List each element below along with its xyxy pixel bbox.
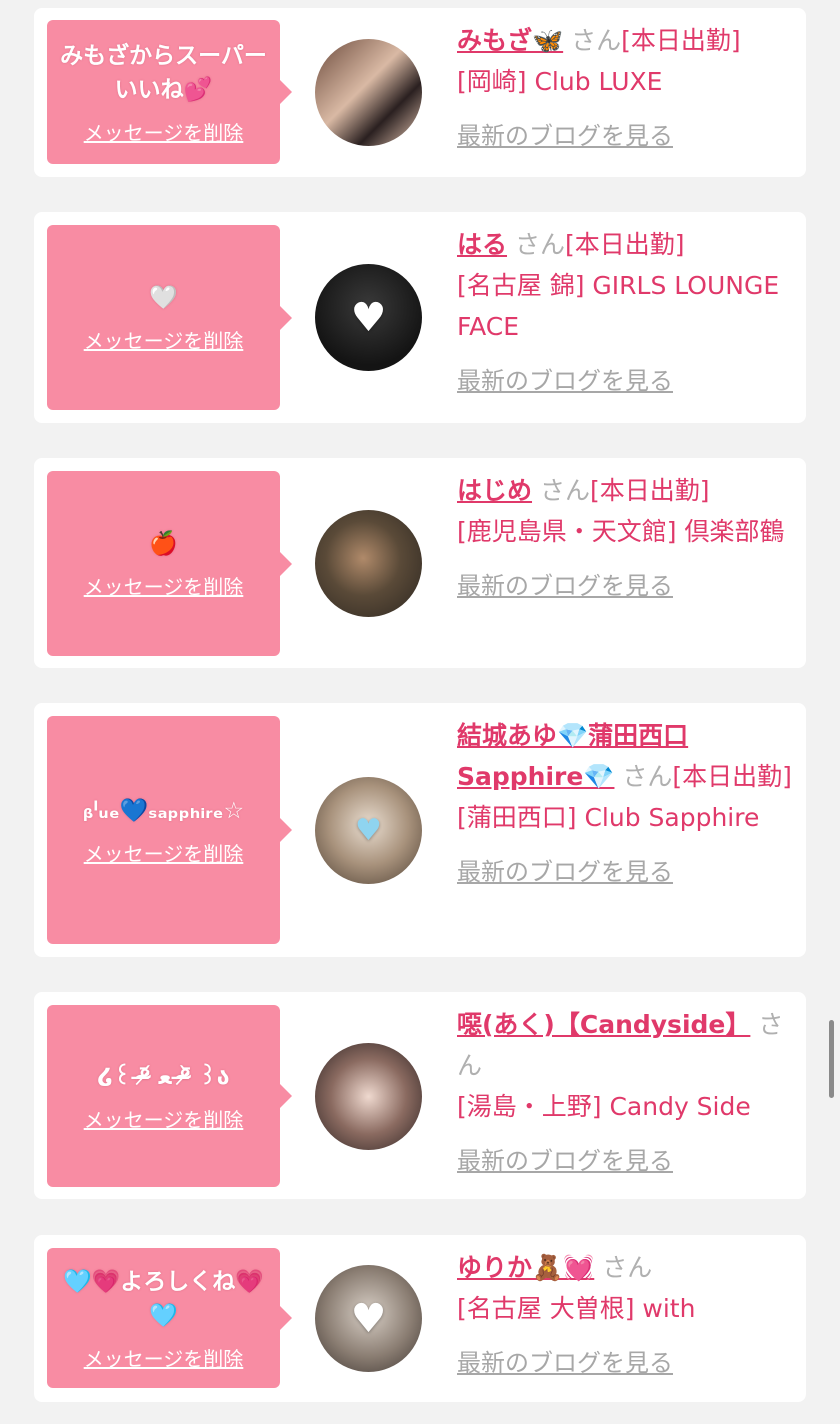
list-item: ᵦˡᵤₑ💙ₛₐₚₚₕᵢᵣₑ☆ メッセージを削除 ♥ 結城あゆ💎蒲田西口Sapph…: [34, 703, 806, 957]
white-heart-icon: ♥: [350, 294, 387, 341]
delete-message-button[interactable]: メッセージを削除: [84, 1104, 244, 1133]
delete-message-button[interactable]: メッセージを削除: [84, 571, 244, 600]
delete-message-button[interactable]: メッセージを削除: [84, 1343, 244, 1372]
message-bubble: 🩵💗よろしくね💗🩵 メッセージを削除: [47, 1248, 292, 1388]
honorific: さん: [622, 762, 673, 791]
avatar[interactable]: [315, 39, 422, 146]
avatar[interactable]: [315, 1043, 422, 1150]
view-blog-link[interactable]: 最新のブログを見る: [457, 361, 673, 402]
view-blog-link[interactable]: 最新のブログを見る: [457, 116, 673, 157]
status-text: [本日出勤]: [564, 230, 685, 259]
status-text: [本日出勤]: [672, 762, 792, 791]
message-bubble: ໒꒰ ᵒ̴̶̷᷄ ﻌ ᵒ̴̶̷᷅ ꒱ა メッセージを削除: [47, 1005, 292, 1187]
view-blog-link[interactable]: 最新のブログを見る: [457, 566, 673, 607]
message-text: 🍎: [149, 531, 178, 557]
view-blog-link[interactable]: 最新のブログを見る: [457, 1343, 673, 1384]
honorific: さん: [571, 26, 622, 55]
cast-name-link[interactable]: 噁(あく)【Candyside】: [457, 1010, 750, 1039]
profile-info: ゆりか🧸💓 さん [名古屋 大曽根] with 最新のブログを見る: [457, 1247, 792, 1384]
delete-message-button[interactable]: メッセージを削除: [84, 838, 244, 867]
profile-info: 噁(あく)【Candyside】 さん [湯島・上野] Candy Side 最…: [457, 1004, 792, 1182]
profile-info: はる さん[本日出勤] [名古屋 錦] GIRLS LOUNGE FACE 最新…: [457, 224, 792, 402]
delete-message-button[interactable]: メッセージを削除: [84, 325, 244, 354]
message-text: ᵦˡᵤₑ💙ₛₐₚₚₕᵢᵣₑ☆: [82, 797, 245, 824]
cast-name-link[interactable]: みもざ🦋: [457, 26, 563, 55]
avatar[interactable]: ♥: [315, 264, 422, 371]
avatar[interactable]: ♥: [315, 1265, 422, 1372]
list-item: 🍎 メッセージを削除 はじめ さん[本日出勤] [鹿児島県・天文館] 倶楽部鶴 …: [34, 458, 806, 668]
message-bubble: ᵦˡᵤₑ💙ₛₐₚₚₕᵢᵣₑ☆ メッセージを削除: [47, 716, 292, 944]
message-text: 🩵💗よろしくね💗🩵: [63, 1268, 264, 1329]
shop-name: [湯島・上野] Candy Side: [457, 1092, 751, 1121]
scrollbar[interactable]: [829, 1020, 834, 1098]
message-text: 🤍: [149, 285, 178, 311]
profile-info: 結城あゆ💎蒲田西口Sapphire💎 さん[本日出勤] [蒲田西口] Club …: [457, 715, 792, 893]
delete-message-button[interactable]: メッセージを削除: [84, 117, 244, 146]
cast-name-link[interactable]: ゆりか🧸💓: [457, 1253, 594, 1282]
message-bubble: 🍎 メッセージを削除: [47, 471, 292, 656]
avatar[interactable]: [315, 510, 422, 617]
cast-name-link[interactable]: はじめ: [457, 476, 532, 505]
view-blog-link[interactable]: 最新のブログを見る: [457, 1141, 673, 1182]
message-text: ໒꒰ ᵒ̴̶̷᷄ ﻌ ᵒ̴̶̷᷅ ꒱ა: [97, 1063, 230, 1090]
list-item: 🩵💗よろしくね💗🩵 メッセージを削除 ♥ ゆりか🧸💓 さん [名古屋 大曽根] …: [34, 1235, 806, 1402]
status-text: [本日出勤]: [589, 476, 710, 505]
message-bubble: みもざからスーパーいいね💕 メッセージを削除: [47, 20, 292, 164]
favorite-list: みもざからスーパーいいね💕 メッセージを削除 みもざ🦋 さん[本日出勤] [岡崎…: [0, 0, 840, 1424]
message-bubble: 🤍 メッセージを削除: [47, 225, 292, 410]
profile-info: みもざ🦋 さん[本日出勤] [岡崎] Club LUXE 最新のブログを見る: [457, 20, 792, 157]
message-text: みもざからスーパーいいね💕: [60, 42, 267, 103]
honorific: さん: [514, 230, 565, 259]
list-item: ໒꒰ ᵒ̴̶̷᷄ ﻌ ᵒ̴̶̷᷅ ꒱ა メッセージを削除 噁(あく)【Candy…: [34, 992, 806, 1199]
avatar[interactable]: ♥: [315, 777, 422, 884]
shop-name: [名古屋 錦] GIRLS LOUNGE FACE: [457, 271, 780, 341]
list-item: みもざからスーパーいいね💕 メッセージを削除 みもざ🦋 さん[本日出勤] [岡崎…: [34, 8, 806, 177]
list-item: 🤍 メッセージを削除 ♥ はる さん[本日出勤] [名古屋 錦] GIRLS L…: [34, 212, 806, 423]
honorific: さん: [539, 476, 590, 505]
cast-name-link[interactable]: はる: [457, 230, 507, 259]
white-heart-icon: ♥: [350, 1295, 387, 1342]
status-text: [本日出勤]: [621, 26, 741, 55]
profile-info: はじめ さん[本日出勤] [鹿児島県・天文館] 倶楽部鶴 最新のブログを見る: [457, 470, 792, 607]
shop-name: [鹿児島県・天文館] 倶楽部鶴: [457, 517, 785, 546]
shop-name: [名古屋 大曽根] with: [457, 1294, 696, 1323]
view-blog-link[interactable]: 最新のブログを見る: [457, 852, 673, 893]
blue-heart-icon: ♥: [355, 813, 382, 848]
shop-name: [岡崎] Club LUXE: [457, 67, 663, 96]
honorific: さん: [602, 1253, 653, 1282]
shop-name: [蒲田西口] Club Sapphire: [457, 803, 760, 832]
